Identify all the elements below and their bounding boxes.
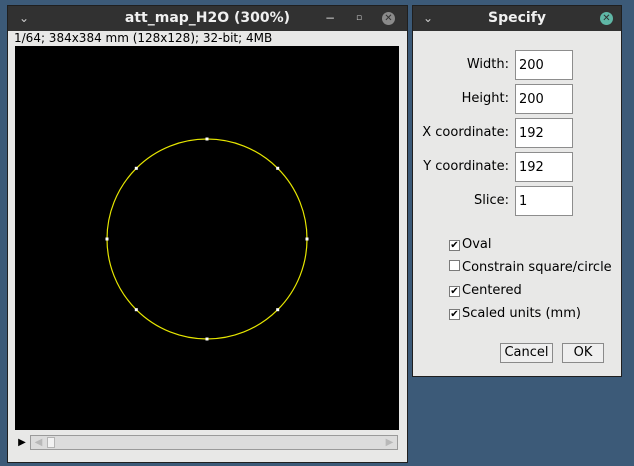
width-label: Width: bbox=[466, 57, 509, 72]
roi-handle[interactable] bbox=[205, 337, 209, 341]
image-info: 1/64; 384x384 mm (128x128); 32-bit; 4MB bbox=[14, 31, 273, 45]
height-field[interactable] bbox=[515, 84, 573, 114]
roi-handle[interactable] bbox=[276, 308, 280, 312]
height-label: Height: bbox=[461, 91, 509, 106]
maximize-icon[interactable]: ▫ bbox=[351, 6, 367, 31]
y-coordinate-row: Y coordinate: bbox=[413, 152, 621, 182]
constrain-checkbox[interactable]: Constrain square/circle bbox=[449, 259, 612, 277]
slice-row: Slice: bbox=[413, 186, 621, 216]
oval-checkbox-label: Oval bbox=[462, 237, 492, 252]
specify-dialog-title: Specify bbox=[488, 10, 546, 26]
y-coordinate-label: Y coordinate: bbox=[423, 159, 509, 174]
oval-checkbox-box[interactable]: ✔ bbox=[449, 240, 460, 251]
specify-dialog-titlebar[interactable]: ⌄ Specify ✕ bbox=[413, 6, 621, 31]
cancel-button[interactable]: Cancel bbox=[500, 343, 553, 363]
x-coordinate-field[interactable] bbox=[515, 118, 573, 148]
slice-label: Slice: bbox=[473, 193, 509, 208]
scaled-units-checkbox-box[interactable]: ✔ bbox=[449, 309, 460, 320]
roi-handle[interactable] bbox=[305, 237, 309, 241]
image-canvas[interactable] bbox=[15, 46, 399, 430]
roi-handle[interactable] bbox=[205, 137, 209, 141]
ok-button[interactable]: OK bbox=[562, 343, 604, 363]
height-row: Height: bbox=[413, 84, 621, 114]
constrain-checkbox-label: Constrain square/circle bbox=[462, 260, 612, 275]
width-row: Width: bbox=[413, 50, 621, 80]
scrollbar-thumb[interactable] bbox=[47, 437, 55, 448]
constrain-checkbox-box[interactable] bbox=[449, 260, 460, 271]
centered-checkbox-box[interactable]: ✔ bbox=[449, 286, 460, 297]
scaled-units-checkbox-label: Scaled units (mm) bbox=[462, 306, 581, 321]
roi-handle[interactable] bbox=[134, 308, 138, 312]
scroll-left-icon[interactable]: ◀ bbox=[31, 436, 46, 449]
roi-handle[interactable] bbox=[276, 166, 280, 170]
close-icon[interactable]: ✕ bbox=[600, 12, 613, 25]
scroll-right-icon[interactable]: ▶ bbox=[382, 436, 397, 449]
centered-checkbox[interactable]: ✔ Centered bbox=[449, 282, 522, 300]
width-field[interactable] bbox=[515, 50, 573, 80]
roi-handle[interactable] bbox=[105, 237, 109, 241]
roi-overlay[interactable] bbox=[15, 46, 399, 430]
image-window-titlebar[interactable]: ⌄ att_map_H2O (300%) − ▫ ✕ bbox=[8, 6, 407, 31]
x-coordinate-row: X coordinate: bbox=[413, 118, 621, 148]
specify-dialog: ⌄ Specify ✕ Width: Height: X coordinate:… bbox=[413, 6, 621, 376]
image-window-title: att_map_H2O (300%) bbox=[124, 10, 291, 26]
centered-checkbox-label: Centered bbox=[462, 283, 522, 298]
slice-field[interactable] bbox=[515, 186, 573, 216]
play-icon[interactable]: ▶ bbox=[15, 436, 29, 450]
oval-checkbox[interactable]: ✔ Oval bbox=[449, 236, 492, 254]
slice-scrollbar[interactable]: ◀ ▶ bbox=[30, 435, 398, 450]
close-icon[interactable]: ✕ bbox=[382, 12, 395, 25]
x-coordinate-label: X coordinate: bbox=[422, 125, 509, 140]
minimize-icon[interactable]: − bbox=[322, 6, 338, 31]
roi-handle[interactable] bbox=[134, 166, 138, 170]
image-window: ⌄ att_map_H2O (300%) − ▫ ✕ 1/64; 384x384… bbox=[8, 6, 407, 462]
y-coordinate-field[interactable] bbox=[515, 152, 573, 182]
scaled-units-checkbox[interactable]: ✔ Scaled units (mm) bbox=[449, 305, 581, 323]
